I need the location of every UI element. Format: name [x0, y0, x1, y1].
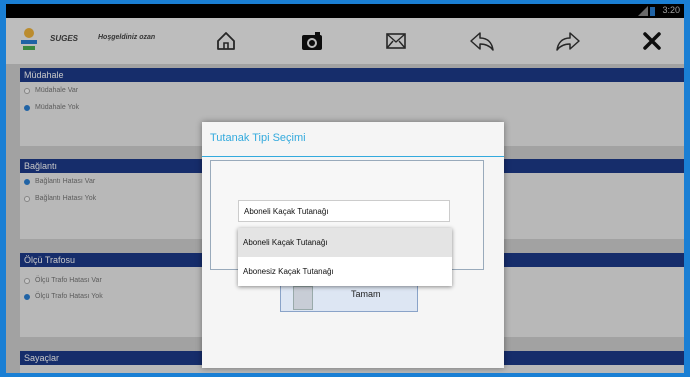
tutanak-tipi-dialog: Tutanak Tipi Seçimi Aboneli Kaçak Tutana… [202, 122, 504, 368]
dialog-title: Tutanak Tipi Seçimi [210, 132, 306, 144]
dropdown-item-aboneli[interactable]: Aboneli Kaçak Tutanağı [238, 228, 452, 257]
tutanak-tipi-spinner[interactable]: Aboneli Kaçak Tutanağı [238, 200, 450, 222]
document-icon [293, 286, 313, 310]
tutanak-tipi-dropdown: Aboneli Kaçak Tutanağı Abonesiz Kaçak Tu… [238, 228, 452, 286]
dialog-title-divider [202, 156, 504, 157]
dropdown-item-abonesiz[interactable]: Abonesiz Kaçak Tutanağı [238, 257, 452, 286]
tamam-button-label: Tamam [351, 289, 381, 299]
app-window: 3:20 SUGES Hoşgeldiniz ozan Müdahale Müd… [6, 4, 684, 373]
